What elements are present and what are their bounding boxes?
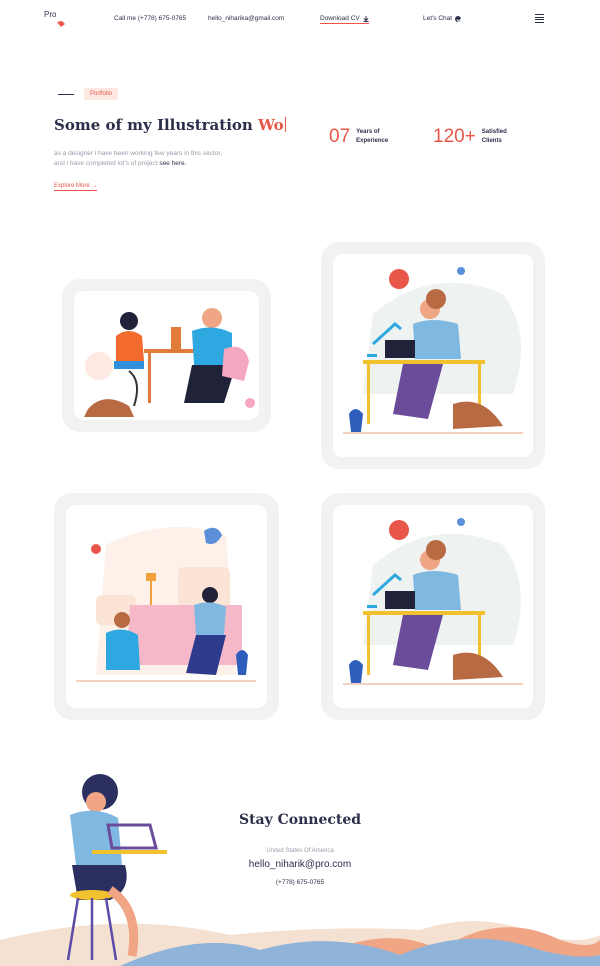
footer-email-link[interactable]: hello_niharik@pro.com [200,859,400,870]
download-icon [363,15,369,22]
download-cv-button[interactable]: Download CV [320,15,369,24]
portfolio-card-2[interactable] [321,242,545,469]
portfolio-card-1[interactable] [62,279,271,432]
desc-line-2: and i have completed lot's of project [54,160,158,167]
illustration-woman-desk [343,267,523,434]
portfolio-card-4[interactable] [321,493,545,720]
desc-line-1: as a designer i have been working few ye… [54,150,223,157]
footer-country: United States Of America [266,848,334,854]
stat-experience: 07 Years of Experience [329,126,388,148]
logo-mark-icon [57,21,65,27]
section-badge: Portfolio [84,88,119,100]
lets-chat-label: Let's Chat [423,15,453,22]
hamburger-menu-icon[interactable] [535,14,544,23]
eyebrow-divider [58,94,74,95]
see-here-link[interactable]: see here. [159,160,186,167]
explore-more-link[interactable]: Explore More → [54,183,98,191]
typing-cursor [284,117,286,132]
chat-icon [455,15,462,22]
card-image [74,291,259,420]
stat-number: 07 [329,126,351,147]
page-title: Some of my Illustration Wo [54,116,286,134]
card-image [333,254,533,457]
stat-label: Satisfied Clients [481,129,507,144]
illustration-woman-desk [343,518,523,685]
portfolio-card-3[interactable] [54,493,279,720]
stat-number: 120+ [433,126,476,147]
hero-description: as a designer i have been working few ye… [54,149,254,169]
call-link[interactable]: Call me (+778) 675-0765 [114,15,186,22]
logo[interactable]: Pro [44,10,56,19]
arrow-right-icon: → [91,183,98,189]
footer-phone-link[interactable]: (+778) 675-0765 [200,879,400,886]
title-accent: Wo [258,116,284,134]
explore-more-label: Explore More [54,183,90,189]
title-main: Some of my Illustration [54,116,253,134]
illustration-couple-couch [76,527,256,682]
footer-title: Stay Connected [238,812,362,828]
download-cv-label: Download CV [320,15,360,22]
card-image [66,505,267,708]
email-link[interactable]: hello_niharika@gmail.com [208,15,284,22]
site-header: Pro Call me (+778) 675-0765 hello_nihari… [0,0,600,40]
card-image [333,505,533,708]
stat-label: Years of Experience [356,129,389,144]
illustration-friends-table [84,308,255,417]
lets-chat-button[interactable]: Let's Chat [423,15,462,22]
stat-clients: 120+ Satisfied Clients [433,126,507,148]
